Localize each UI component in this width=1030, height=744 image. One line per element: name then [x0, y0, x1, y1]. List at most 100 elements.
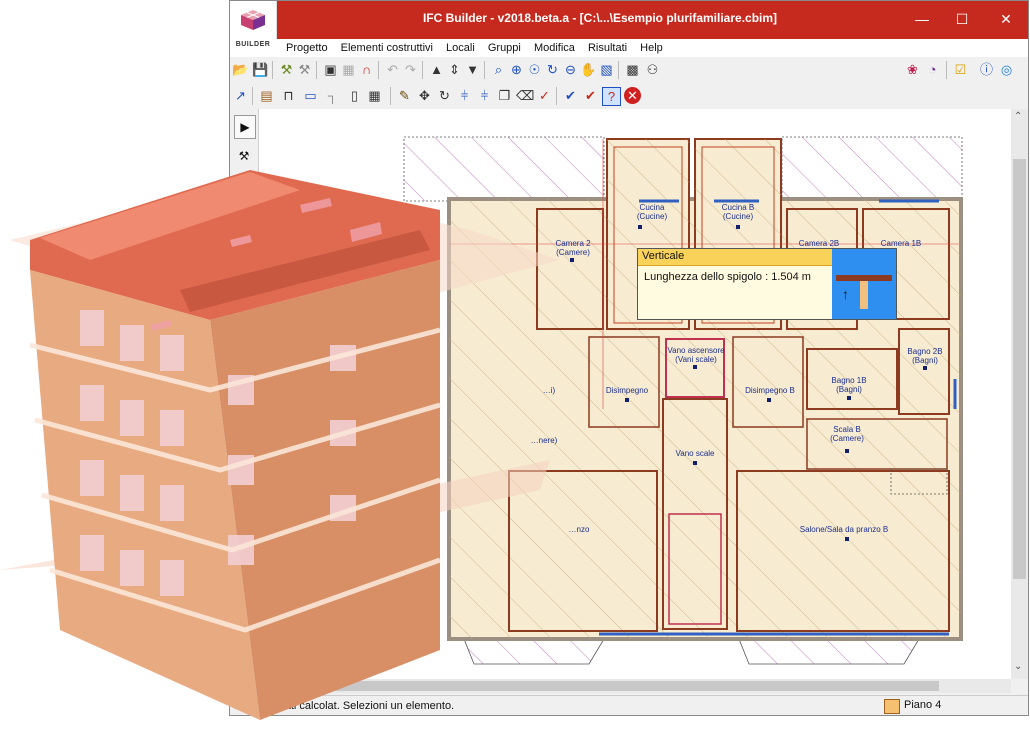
- config-icon[interactable]: ◔: [924, 61, 941, 78]
- move-icon[interactable]: ✥: [416, 87, 433, 104]
- edge-preview-icon: ↑: [836, 275, 892, 309]
- svg-text:↑: ↑: [842, 286, 849, 302]
- tool-disabled-icon[interactable]: ⚒: [296, 61, 313, 78]
- scroll-down-icon[interactable]: ⌄: [1014, 661, 1022, 672]
- vertical-scrollbar[interactable]: ⌃ ⌄: [1011, 109, 1028, 679]
- menu-locali[interactable]: Locali: [446, 39, 475, 57]
- minimize-button[interactable]: —: [902, 7, 942, 31]
- menu-modifica[interactable]: Modifica: [534, 39, 575, 57]
- tooltip-title: Verticale: [642, 250, 685, 262]
- edge-tooltip: Verticale Lunghezza dello spigolo : 1.50…: [637, 248, 897, 320]
- grid-icon[interactable]: ▦: [340, 61, 357, 78]
- scroll-up-icon[interactable]: ⌃: [1014, 111, 1022, 122]
- layer-tool-icon[interactable]: ▦: [366, 87, 383, 104]
- room-label-camera-2b: Camera 2B: [798, 239, 840, 248]
- room-marker[interactable]: [693, 461, 697, 465]
- room-marker[interactable]: [570, 258, 574, 262]
- menu-risultati[interactable]: Risultati: [588, 39, 627, 57]
- room-marker[interactable]: [847, 396, 851, 400]
- room-marker[interactable]: [845, 537, 849, 541]
- menu-gruppi[interactable]: Gruppi: [488, 39, 521, 57]
- magnet-icon[interactable]: ∩: [358, 61, 375, 78]
- help-icon[interactable]: ⓘ: [978, 61, 995, 78]
- validate-icon[interactable]: ✔: [562, 87, 579, 104]
- menu-bar: Progetto Elementi costruttivi Locali Gru…: [276, 39, 1028, 58]
- floor-indicator[interactable]: Piano 4: [904, 699, 941, 711]
- coordinate-icon[interactable]: ↗: [232, 87, 249, 104]
- column-tool-icon[interactable]: ▯: [346, 87, 363, 104]
- menu-elementi-costruttivi[interactable]: Elementi costruttivi: [341, 39, 433, 57]
- report-icon[interactable]: ☑: [952, 61, 969, 78]
- room-marker[interactable]: [625, 398, 629, 402]
- building-tool-icon[interactable]: ⚒: [278, 61, 295, 78]
- room-marker[interactable]: [736, 225, 740, 229]
- cancel-icon[interactable]: ✕: [624, 87, 641, 104]
- room-marker[interactable]: [923, 366, 927, 370]
- room-marker[interactable]: [693, 365, 697, 369]
- floor-up-icon[interactable]: ▲: [428, 61, 445, 78]
- builder-cube-icon: [241, 10, 265, 30]
- copy-icon[interactable]: ❐: [496, 87, 513, 104]
- room-label-disimpegno-b: Disimpegno B: [745, 386, 795, 395]
- zoom-in-icon[interactable]: ☉: [526, 61, 543, 78]
- tooltip-header: Verticale: [638, 249, 832, 266]
- mirror-copy-icon[interactable]: ⫩: [476, 87, 493, 104]
- main-toolbar: 📂 💾 ⚒ ⚒ ▣ ▦ ∩ ↶ ↷ ▲ ⇕ ▼ ⌕ ⊕ ☉ ↻ ⊖ ✋ ▧ ▩ …: [230, 57, 1028, 84]
- stair-tool-icon[interactable]: ┐: [324, 87, 341, 104]
- pan-hand-icon[interactable]: ✋: [580, 61, 597, 78]
- room-label-vano-ascensore: Vano ascensore (Vani scale): [667, 346, 725, 364]
- room-label-bagno-2b: Bagno 2B (Bagni): [907, 347, 943, 365]
- room-label-cucina: Cucina (Cucine): [636, 203, 668, 221]
- window-tool-icon[interactable]: ▭: [302, 87, 319, 104]
- menu-progetto[interactable]: Progetto: [286, 39, 328, 57]
- room-marker[interactable]: [845, 449, 849, 453]
- floor-select-icon[interactable]: ⇕: [446, 61, 463, 78]
- check-model-icon[interactable]: ✓: [536, 87, 553, 104]
- building-3d-render: [0, 170, 560, 720]
- info-query-icon[interactable]: ?: [602, 87, 621, 106]
- zoom-window-icon[interactable]: ⌕: [490, 61, 507, 78]
- floor-down-icon[interactable]: ▼: [464, 61, 481, 78]
- vertical-scroll-thumb[interactable]: [1013, 159, 1026, 579]
- settings-icon[interactable]: ❀: [904, 61, 921, 78]
- web-icon[interactable]: ◎: [998, 61, 1015, 78]
- redo-icon[interactable]: ↷: [402, 61, 419, 78]
- pencil-icon[interactable]: ✎: [396, 87, 413, 104]
- window-title: IFC Builder - v2018.beta.a - [C:\...\Ese…: [422, 11, 778, 25]
- wall-tool-icon[interactable]: ▤: [258, 87, 275, 104]
- room-marker[interactable]: [767, 398, 771, 402]
- tooltip-text: Lunghezza dello spigolo : 1.504 m: [644, 271, 811, 283]
- save-icon[interactable]: 💾: [252, 61, 269, 78]
- room-label-vano-scale: Vano scale: [675, 449, 715, 458]
- room-label-scala-b: Scala B (Camere): [830, 425, 864, 443]
- refresh-view-icon[interactable]: ▧: [598, 61, 615, 78]
- room-label-salone-b: Salone/Sala da pranzo B: [799, 525, 889, 534]
- room-label-bagno-1b: Bagno 1B (Bagni): [831, 376, 867, 394]
- query-icon[interactable]: ✔: [582, 87, 599, 104]
- mirror-icon[interactable]: ⫩: [456, 87, 473, 104]
- rotate-icon[interactable]: ↻: [436, 87, 453, 104]
- undo-icon[interactable]: ↶: [384, 61, 401, 78]
- menu-help[interactable]: Help: [640, 39, 663, 57]
- room-label-disimpegno: Disimpegno: [605, 386, 649, 395]
- floor-icon: [884, 699, 900, 714]
- zoom-previous-icon[interactable]: ↻: [544, 61, 561, 78]
- tooltip-preview: ↑: [832, 249, 896, 319]
- binoculars-icon[interactable]: ⚇: [644, 61, 661, 78]
- maximize-button[interactable]: ☐: [942, 7, 982, 31]
- zoom-out-icon[interactable]: ⊖: [562, 61, 579, 78]
- room-label-salone-partial: …nzo: [568, 525, 590, 534]
- view-3d-icon[interactable]: ▩: [624, 61, 641, 78]
- export-icon[interactable]: ▣: [322, 61, 339, 78]
- app-logo: BUILDER: [230, 1, 277, 57]
- title-bar: IFC Builder - v2018.beta.a - [C:\...\Ese…: [230, 1, 1028, 39]
- open-folder-icon[interactable]: 📂: [232, 61, 249, 78]
- eraser-icon[interactable]: ⌫: [516, 87, 534, 104]
- logo-text: BUILDER: [235, 41, 271, 48]
- zoom-all-icon[interactable]: ⊕: [508, 61, 525, 78]
- room-label-cucina-b: Cucina B (Cucine): [721, 203, 755, 221]
- close-button[interactable]: ✕: [986, 7, 1026, 31]
- beam-tool-icon[interactable]: ⊓: [280, 87, 297, 104]
- edit-toolbar: ↗ ▤ ⊓ ▭ ┐ ▯ ▦ ✎ ✥ ↻ ⫩ ⫩ ❐ ⌫ ✓ ✔ ✔ ? ✕: [230, 83, 1028, 110]
- room-marker[interactable]: [638, 225, 642, 229]
